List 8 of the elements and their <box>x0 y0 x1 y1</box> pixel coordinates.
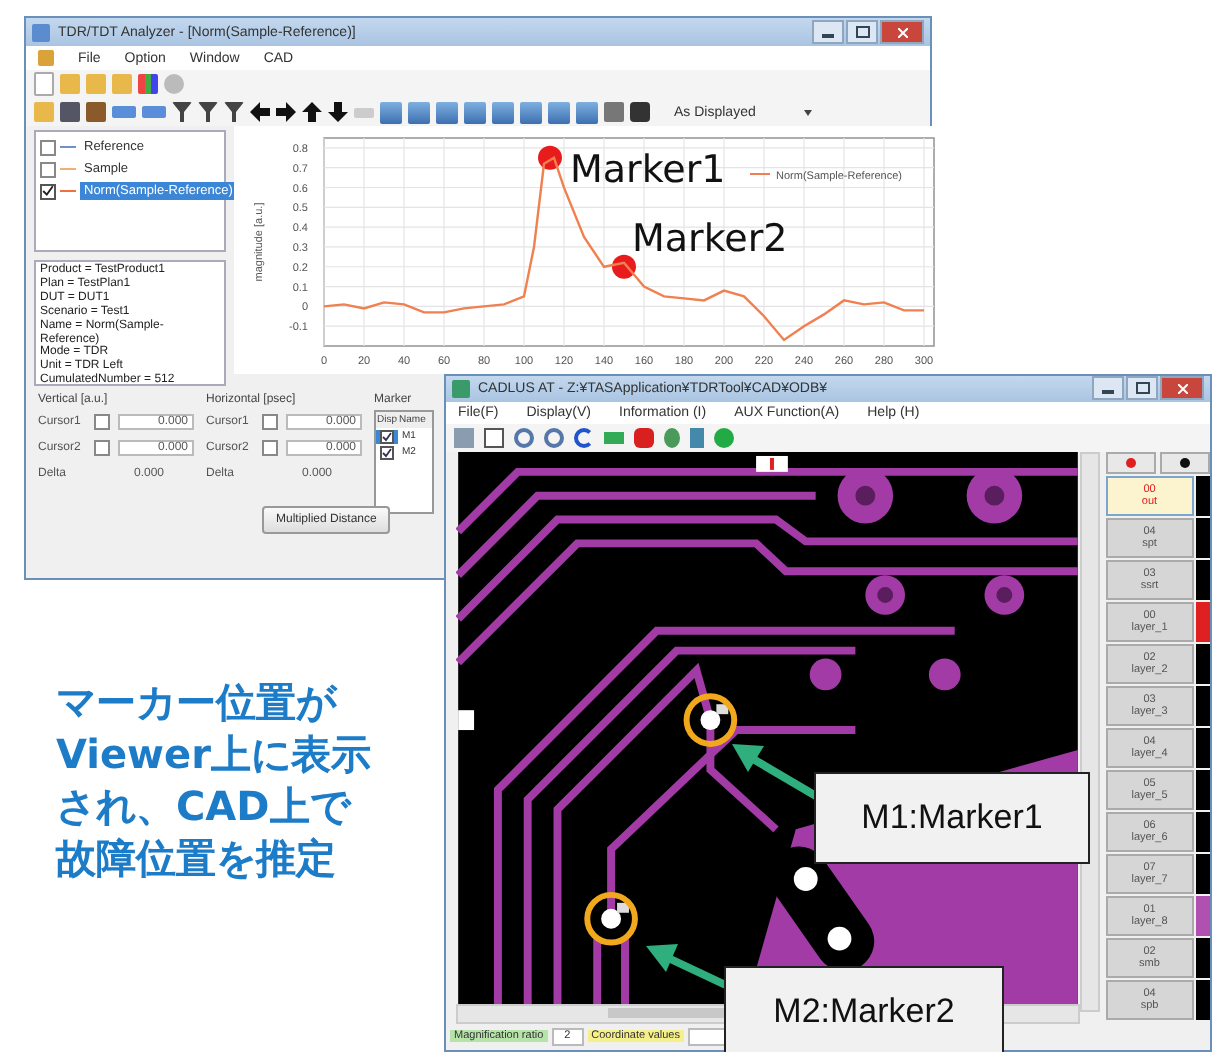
caption-line: Viewer上に表示 <box>56 728 371 780</box>
marker-tooltip: M1:Marker1 <box>814 772 1090 864</box>
marker-label: Marker2 <box>632 216 788 261</box>
caption-line: され、CAD上で <box>56 780 354 832</box>
marker-label: Marker1 <box>570 147 726 192</box>
caption-line: 故障位置を推定 <box>56 832 338 884</box>
marker-tooltip: M2:Marker2 <box>724 966 1004 1052</box>
caption-line: マーカー位置が <box>56 676 340 728</box>
